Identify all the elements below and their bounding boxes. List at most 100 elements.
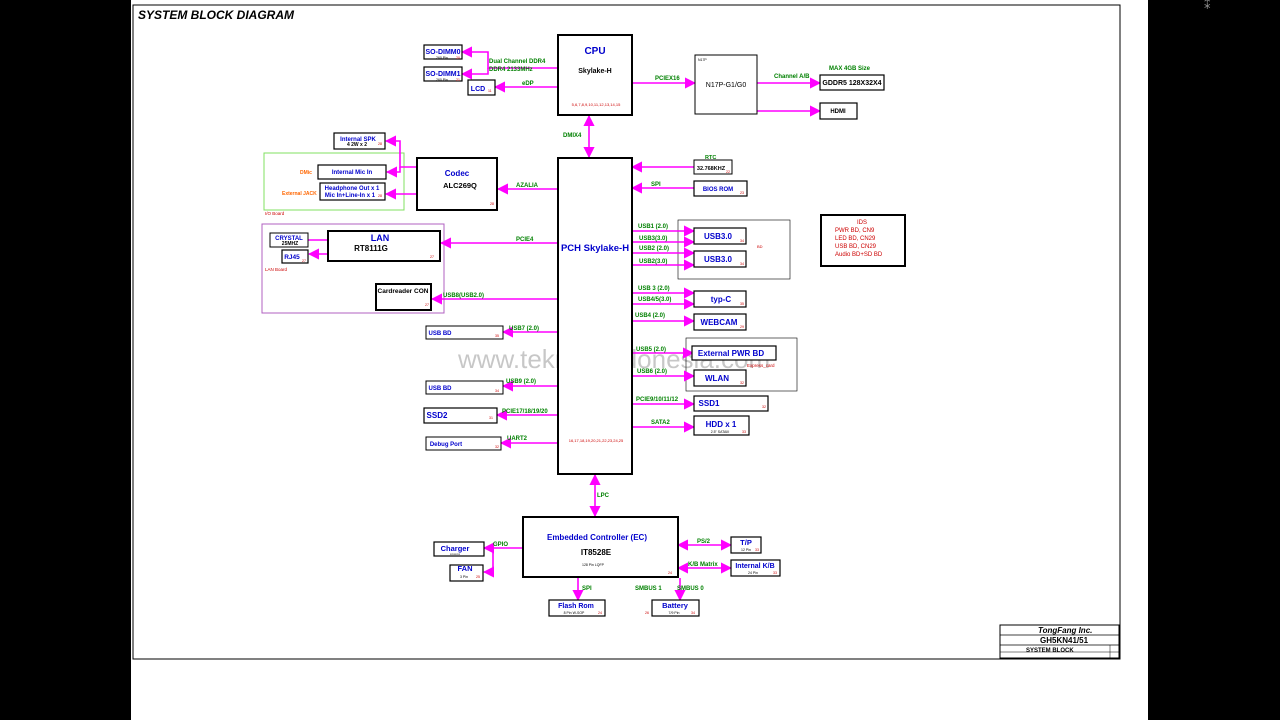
ec-page: 24 <box>668 571 672 575</box>
sheet-name: SYSTEM BLOCK <box>1026 648 1074 654</box>
tp-sub: 12 Pin <box>741 548 751 552</box>
ssd2-label: SSD2 <box>427 411 448 420</box>
ssd2-page: 31 <box>489 416 493 420</box>
diagram-title: SYSTEM BLOCK DIAGRAM <box>138 8 295 22</box>
so-dimm1-page: 21 <box>456 78 460 82</box>
bios-page: 23 <box>740 191 744 195</box>
usb7-label: USB7 (2.0) <box>509 326 539 332</box>
pciex16-label: PCIEX16 <box>655 76 680 82</box>
usb1-label: USB1 (2.0) <box>638 224 668 230</box>
tp-page: 33 <box>755 548 759 552</box>
headphone-line1: Headphone Out x 1 <box>325 186 380 192</box>
ext-jack-label: External JACK <box>282 191 317 197</box>
usb30a-label: USB3.0 <box>704 232 733 241</box>
codec-label: Codec <box>445 169 470 178</box>
usb-bd-tag: BD <box>757 244 763 249</box>
usb-bd1-page: 35 <box>495 334 499 338</box>
ec-label: Embedded Controller (EC) <box>547 533 647 542</box>
speaker-sub: 4 2W x 2 <box>347 142 367 148</box>
codec-model: ALC269Q <box>443 181 477 190</box>
fan-page: 25 <box>476 575 480 579</box>
usb-bd1-label: USB BD <box>428 331 452 337</box>
cpu-label: CPU <box>584 46 605 57</box>
lcd-page: 11 <box>488 89 492 93</box>
usb5-label: USB5 (2.0) <box>636 347 666 353</box>
so-dimm1-label: SO-DIMM1 <box>426 71 461 78</box>
wlan-page: 32 <box>740 381 744 385</box>
usb-bd2-label: USB BD <box>428 386 452 392</box>
dmic-label: DMic <box>300 170 312 176</box>
tp-label: T/P <box>740 538 752 547</box>
int-kb-sub: 24 Pin <box>748 571 758 575</box>
channel-ab-label: Channel A/B <box>774 74 810 80</box>
usb2-30-label: USB2(3.0) <box>639 259 667 265</box>
usb3-20-label: USB 3 (2.0) <box>638 286 670 292</box>
io-board-label: I/O Board <box>265 211 285 216</box>
charger-label: Charger <box>441 544 470 553</box>
lan-model: RT8111G <box>354 244 388 253</box>
so-dimm0-sub: 260 Pin <box>436 56 448 60</box>
kb-matrix-label: K/B Matrix <box>688 562 718 568</box>
ids-line: IDS <box>857 220 867 226</box>
ids-line: Audio BD+SD BD <box>835 252 883 258</box>
hdmi-label: HDMI <box>830 109 846 115</box>
usb30b-label: USB3.0 <box>704 255 733 264</box>
ext-pwr-label: External PWR BD <box>698 349 764 358</box>
io-board-outline <box>263 152 405 211</box>
so-dimm1-sub: 260 Pin <box>436 78 448 82</box>
so-dimm0-label: SO-DIMM0 <box>426 49 461 56</box>
headphone-line2: Mic In+Line-In x 1 <box>325 193 376 199</box>
gpu-label: N17P-G1/G0 <box>706 82 747 89</box>
pch-box <box>557 157 633 475</box>
ec-sub: 128 Pin LQFP <box>582 563 605 567</box>
usb45-label: USB4/5(3.0) <box>638 297 671 303</box>
usb30b-page: 34 <box>740 262 744 266</box>
lan-label: LAN <box>371 233 390 243</box>
ids-line: PWR BD, CN9 <box>835 228 875 234</box>
flash-label: Flash Rom <box>558 603 594 610</box>
rtc-label: RTC <box>705 155 716 161</box>
block-diagram: SYSTEM BLOCK DIAGRAM www.teknisi-indones… <box>132 4 1121 660</box>
lcd-label: LCD <box>471 86 485 93</box>
fan-label: FAN <box>458 564 473 573</box>
int-kb-label: Internal K/B <box>735 563 774 570</box>
speaker-page: 28 <box>378 142 382 146</box>
battery-label: Battery <box>662 601 689 610</box>
usb9-label: USB9 (2.0) <box>506 379 536 385</box>
company-name: TongFang Inc. <box>1038 626 1092 635</box>
pcie17-label: PCIE17/18/19/20 <box>502 409 548 415</box>
ps2-label: PS/2 <box>697 539 711 545</box>
lpc-label: LPC <box>597 493 610 499</box>
ssd1-page: 32 <box>762 405 766 409</box>
dmix4-label: DMIX4 <box>563 133 582 139</box>
fan-link <box>482 548 495 578</box>
ids-line: LED BD, CN29 <box>835 236 876 242</box>
pcie4-label: PCIE4 <box>516 237 534 243</box>
flash-page: 24 <box>598 611 602 615</box>
hdd-label: HDD x 1 <box>706 420 737 429</box>
charger-sub: xxxxxxxx <box>450 553 461 556</box>
cardreader-label: Cardreader CON <box>378 288 429 295</box>
usb8-label: USB8(USB2.0) <box>443 293 484 299</box>
battery-page-l: 26 <box>645 611 649 615</box>
lan-board-label: LAN Board <box>265 267 288 272</box>
max-4gb-label: MAX 4GB Size <box>829 66 871 72</box>
spi-bios-label: SPI <box>651 182 661 188</box>
azalia-label: AZALIA <box>516 183 539 189</box>
edp-label: eDP <box>522 81 534 87</box>
usb6-label: USB6 (2.0) <box>637 369 667 375</box>
gpu-tag: N17P <box>698 58 707 62</box>
cpu-model: Skylake-H <box>578 68 611 75</box>
spk-link <box>384 135 417 168</box>
hdd-page: 33 <box>742 430 746 434</box>
crystal-freq: 25MHZ <box>282 241 298 247</box>
debug-label: Debug Port <box>430 442 462 448</box>
mic-link <box>385 166 401 178</box>
cardreader-page: 27 <box>425 303 429 307</box>
flash-sub: 8 Pin W-SOP <box>564 611 585 615</box>
ddr4-label: DDR4 2133MHz <box>489 67 533 73</box>
ec-model: IT8528E <box>581 548 612 557</box>
ids-line: USB BD, CN29 <box>835 244 877 250</box>
pcie9-label: PCIE9/10/11/12 <box>636 397 679 403</box>
uart2-label: UART2 <box>507 436 528 442</box>
